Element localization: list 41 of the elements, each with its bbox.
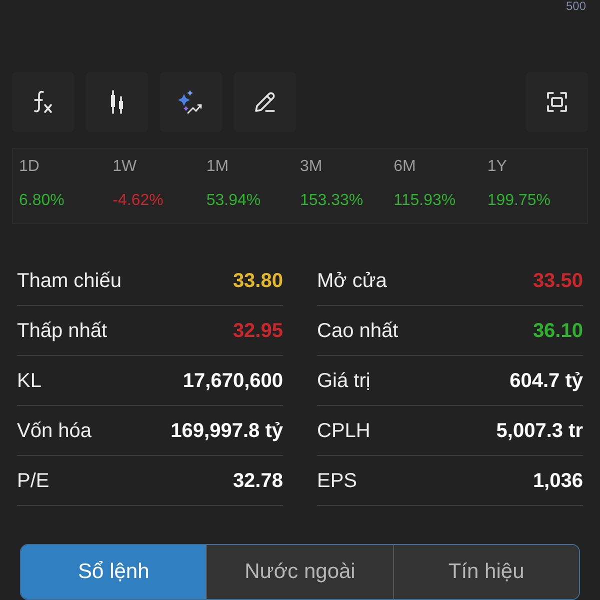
stat-value: 36.10 (532, 318, 583, 344)
toolbar-button[interactable] (234, 72, 296, 132)
stat-value: 33.50 (532, 268, 583, 294)
stat-label: Cao nhất (317, 318, 398, 344)
stat-value: 32.78 (232, 468, 283, 494)
toolbar-button[interactable] (12, 72, 74, 132)
stat-label: Vốn hóa (17, 418, 92, 444)
stat-label: Mở cửa (317, 268, 387, 294)
stat-label: Thấp nhất (17, 318, 108, 344)
period-label: 3M (300, 157, 324, 177)
stat-value: 604.7 tỷ (510, 368, 583, 394)
toolbar-button[interactable] (526, 72, 588, 132)
tab[interactable]: Sổ lệnh (21, 545, 206, 599)
stat-label: Tham chiếu (17, 268, 122, 294)
toolbar-button[interactable] (86, 72, 148, 132)
period-change: 199.75% (487, 191, 552, 211)
stat-label: KL (17, 368, 42, 394)
period-change: 6.80% (19, 191, 66, 211)
stat-label: P/E (17, 468, 50, 494)
stat-label: CPLH (317, 418, 370, 444)
period-label: 1W (112, 157, 138, 177)
period-label: 6M (394, 157, 417, 177)
stat-value: 17,670,600 (182, 368, 283, 394)
period-change: 115.93% (394, 191, 457, 211)
period-label: 1Y (487, 157, 508, 177)
stat-value: 1,036 (532, 468, 583, 494)
stat-value: 32.95 (232, 318, 283, 344)
function-icon (31, 89, 55, 115)
stat-label: EPS (317, 468, 358, 494)
fullscreen-icon (545, 90, 569, 114)
period-change: 53.94% (206, 191, 262, 211)
period-label: 1M (206, 157, 230, 177)
tab[interactable]: Tín hiệu (392, 545, 579, 599)
price-label: 500 (566, 0, 586, 12)
period-label: 1D (19, 157, 40, 177)
period-change: 153.33% (300, 191, 364, 211)
stat-label: Giá trị (317, 368, 370, 394)
stat-value: 33.80 (232, 268, 283, 294)
stat-value: 169,997.8 tỷ (170, 418, 283, 444)
stat-value: 5,007.3 tr (496, 418, 583, 444)
period-change: -4.62% (112, 191, 164, 211)
